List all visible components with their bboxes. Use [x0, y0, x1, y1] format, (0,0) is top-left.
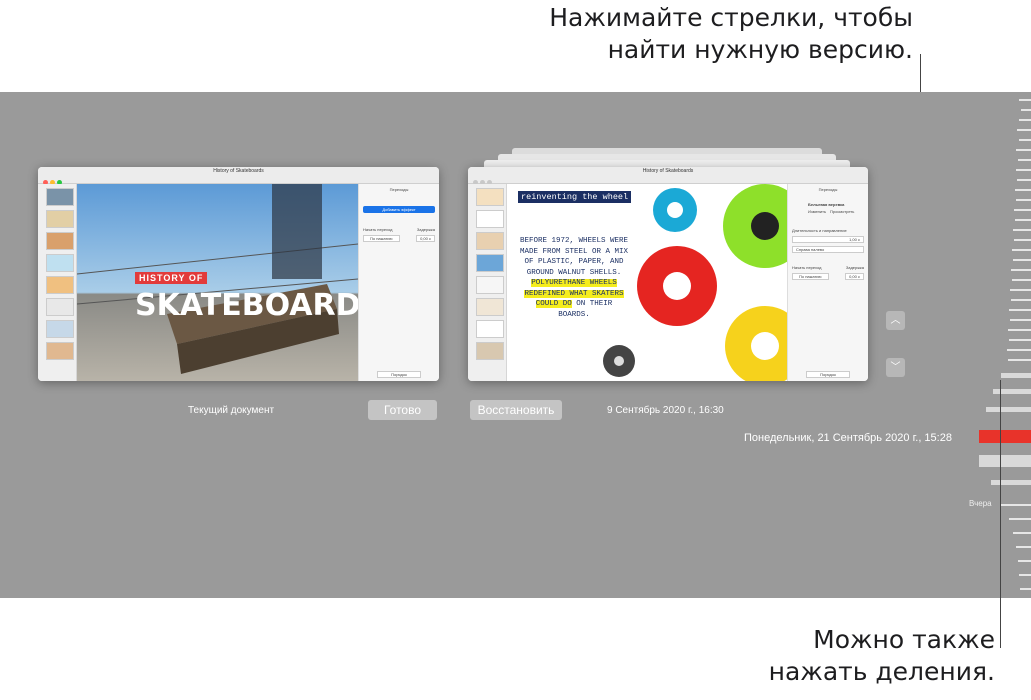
transition-inspector: Переходы Добавить эффект Начать переход …: [358, 184, 439, 381]
slide-canvas: reinventing the wheel BEFORE 1972, WHEEL…: [507, 184, 787, 381]
order-button[interactable]: Порядок: [806, 371, 850, 378]
timeline-tick[interactable]: [1012, 279, 1031, 281]
slide-body: BEFORE 1972, WHEELS WERE MADE FROM STEEL…: [518, 236, 630, 320]
timeline-tick[interactable]: [1018, 560, 1031, 562]
timeline-tick[interactable]: [1009, 518, 1031, 520]
inspector-delay-label: Задержка: [416, 227, 435, 232]
callout-ticks-line2: нажать деления.: [768, 657, 995, 686]
done-button[interactable]: Готово: [368, 400, 437, 420]
timeline-tick[interactable]: [1010, 289, 1031, 291]
chevron-up-icon: ︿: [890, 315, 901, 326]
timeline-tick[interactable]: [1009, 339, 1031, 341]
window-titlebar: History of Skateboards: [38, 167, 439, 185]
current-document-label: Текущий документ: [188, 405, 275, 416]
timeline-tick[interactable]: [1019, 139, 1031, 141]
timeline-tick[interactable]: [1018, 159, 1031, 161]
effect-name: Бельевая веревка: [808, 202, 845, 207]
timeline-tick[interactable]: [1019, 119, 1031, 121]
slide-navigator: [468, 184, 507, 381]
edit-effect-button[interactable]: Изменить: [808, 209, 826, 214]
timeline-tick[interactable]: [991, 480, 1031, 485]
duration-field[interactable]: 1,00 с: [792, 236, 864, 243]
timeline-tick[interactable]: [1012, 249, 1031, 251]
timeline-tick[interactable]: [1001, 373, 1031, 378]
window-title: History of Skateboards: [642, 168, 694, 174]
callout-arrows-line2: найти нужную версию.: [607, 35, 913, 64]
inspector-delay-label: Задержка: [845, 265, 864, 270]
inspector-start-label: Начать переход: [363, 227, 393, 232]
newer-version-button[interactable]: ︿: [886, 311, 905, 330]
timeline-tick[interactable]: [979, 455, 1031, 467]
timeline-tick-active[interactable]: [979, 430, 1031, 443]
timeline-tick[interactable]: [1021, 109, 1031, 111]
timeline-tick[interactable]: [1015, 219, 1031, 221]
timeline-date-tooltip: Понедельник, 21 Сентябрь 2020 г., 15:28: [744, 432, 952, 444]
timeline-tick[interactable]: [1001, 504, 1031, 506]
restore-button[interactable]: Восстановить: [470, 400, 562, 420]
timeline-tick[interactable]: [1014, 239, 1031, 241]
delay-field[interactable]: 0,00 с: [845, 273, 864, 280]
transition-inspector: Переходы Бельевая веревка Изменить Просм…: [787, 184, 868, 381]
timeline-tick[interactable]: [1016, 169, 1031, 171]
slide-heading: reinventing the wheel: [518, 191, 632, 203]
timeline-tick[interactable]: [1013, 532, 1031, 534]
inspector-header: Переходы: [389, 187, 409, 192]
timeline-tick[interactable]: [986, 407, 1031, 412]
timeline-tick[interactable]: [1017, 179, 1031, 181]
slide-canvas: HISTORY OF SKATEBOARDS: [77, 184, 358, 381]
timeline-tick[interactable]: [1017, 129, 1031, 131]
time-machine-stage: History of Skateboards HISTORY OF SKATEB…: [0, 92, 1031, 598]
start-select[interactable]: По нажатию: [792, 273, 829, 280]
inspector-header: Переходы: [818, 187, 838, 192]
callout-arrows-line1: Нажимайте стрелки, чтобы: [549, 3, 913, 32]
version-date: 9 Сентябрь 2020 г., 16:30: [607, 405, 724, 416]
current-document-window[interactable]: History of Skateboards HISTORY OF SKATEB…: [38, 167, 439, 381]
callout-ticks-line1: Можно также: [813, 625, 995, 654]
version-window[interactable]: History of Skateboards reinventing the w…: [468, 167, 868, 381]
timeline-tick[interactable]: [1007, 349, 1031, 351]
start-select[interactable]: По нажатию: [363, 235, 400, 242]
timeline-tick[interactable]: [1019, 99, 1031, 101]
callout-ticks: Можно также нажать деления.: [695, 624, 995, 688]
timeline-tick[interactable]: [1008, 329, 1031, 331]
direction-select[interactable]: Справа налево: [792, 246, 864, 253]
timeline-tick[interactable]: [1014, 209, 1031, 211]
inspector-start-label: Начать переход: [792, 265, 822, 270]
timeline-tick[interactable]: [1020, 588, 1031, 590]
older-version-button[interactable]: ﹀: [886, 358, 905, 377]
timeline-tick[interactable]: [1010, 319, 1031, 321]
timeline-tick[interactable]: [1019, 574, 1031, 576]
timeline[interactable]: [971, 92, 1031, 598]
slide-body-plain: BEFORE 1972, WHEELS WERE MADE FROM STEEL…: [519, 237, 629, 277]
window-titlebar: History of Skateboards: [468, 167, 868, 185]
timeline-tick[interactable]: [1011, 269, 1031, 271]
callout-leader-timeline: [1000, 380, 1001, 648]
timeline-tick[interactable]: [1011, 299, 1031, 301]
timeline-tick[interactable]: [1013, 229, 1031, 231]
slide-title-1: HISTORY OF: [135, 272, 208, 284]
duration-label: Длительность и направление: [792, 228, 847, 233]
timeline-tick[interactable]: [1009, 309, 1031, 311]
timeline-tick[interactable]: [993, 389, 1031, 394]
timeline-tick[interactable]: [1013, 259, 1031, 261]
timeline-tick[interactable]: [1015, 189, 1031, 191]
timeline-tick[interactable]: [1016, 149, 1031, 151]
add-effect-button[interactable]: Добавить эффект: [363, 206, 435, 213]
preview-effect-button[interactable]: Просмотреть: [830, 209, 854, 214]
timeline-tick[interactable]: [1008, 359, 1031, 361]
timeline-tick[interactable]: [1016, 546, 1031, 548]
version-stack: [484, 160, 850, 167]
chevron-down-icon: ﹀: [890, 362, 901, 373]
skate-scene: [77, 184, 358, 374]
slide-navigator: [38, 184, 77, 381]
order-button[interactable]: Порядок: [377, 371, 421, 378]
callout-arrows: Нажимайте стрелки, чтобы найти нужную ве…: [493, 2, 913, 66]
slide-title-2: SKATEBOARDS: [135, 288, 358, 323]
window-title: History of Skateboards: [213, 168, 264, 174]
timeline-tick[interactable]: [1016, 199, 1031, 201]
delay-field[interactable]: 0,00 с: [416, 235, 435, 242]
